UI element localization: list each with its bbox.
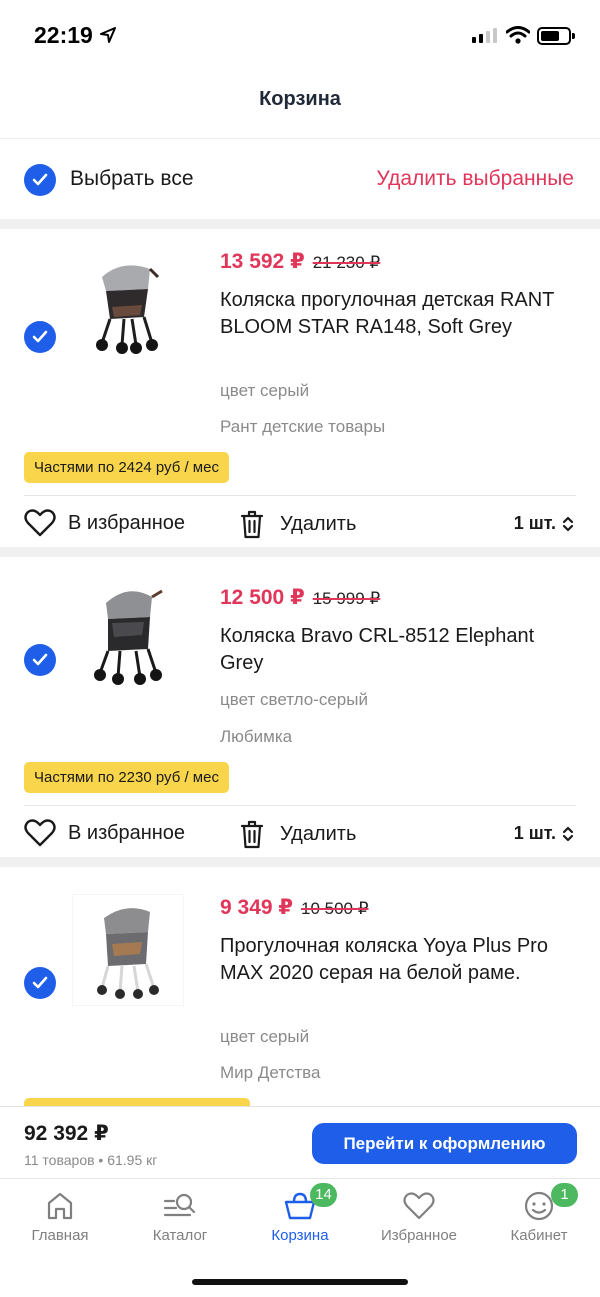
item-actions: В избранное Удалить 1 шт. [0,499,600,549]
heart-icon [24,509,56,537]
product-title[interactable]: Прогулочная коляска Yoya Plus Pro MAX 20… [220,933,570,987]
status-bar: 22:19 [0,0,600,72]
item-divider [24,805,576,806]
home-icon [47,1192,73,1220]
delete-selected-button[interactable]: Удалить выбранные [376,167,574,191]
tab-label: Каталог [152,1227,208,1244]
product-image[interactable] [72,247,184,359]
product-color: цвет серый [220,1027,310,1046]
favorites-label: В избранное [68,511,186,534]
section-gap [0,857,600,867]
product-title[interactable]: Коляска прогулочная детская RANT BLOOM S… [220,287,570,341]
add-to-favorites-button[interactable]: В избранное [24,509,185,537]
page-title: Корзина [259,88,341,110]
wifi-icon [506,26,530,44]
battery-icon [537,27,575,45]
catalog-search-icon [163,1193,196,1217]
installments-badge[interactable]: Частями по 2230 руб / мес [24,762,229,793]
checkmark-icon [32,653,48,666]
product-image[interactable] [72,577,184,689]
item-checkbox[interactable] [24,321,56,353]
cart-summary-bar: 92 392 ₽ 11 товаров • 61.95 кг Перейти к… [0,1106,600,1178]
cart-count-badge: 14 [310,1183,337,1207]
heart-icon [403,1192,435,1220]
installments-badge[interactable] [24,1098,250,1106]
cart-item: 13 592 ₽ 21 230 ₽ Коляска прогулочная де… [0,229,600,547]
chevron-up-down-icon [562,826,574,841]
quantity-value: 1 шт. [513,823,556,843]
checkmark-icon [32,976,48,989]
section-gap [0,219,600,229]
select-all-label[interactable]: Выбрать все [70,167,194,191]
old-price: 21 230 ₽ [312,253,381,272]
tab-cart[interactable]: 14 Корзина [240,1183,360,1244]
profile-notification-badge: 1 [551,1183,578,1207]
quantity-value: 1 шт. [513,513,556,533]
product-image[interactable] [72,894,184,1006]
trash-icon [240,510,264,539]
header-divider [0,138,600,139]
delete-item-button[interactable]: Удалить [240,819,356,849]
price: 12 500 ₽ [220,586,305,609]
price: 9 349 ₽ [220,896,293,919]
item-divider [24,495,576,496]
cart-total-meta: 11 товаров • 61.95 кг [24,1152,158,1168]
checkmark-icon [32,330,48,343]
cellular-signal-icon [472,28,497,43]
add-to-favorites-button[interactable]: В избранное [24,819,185,847]
tab-label: Избранное [380,1227,458,1244]
trash-icon [240,820,264,849]
tab-label: Корзина [271,1227,329,1244]
delete-label: Удалить [280,822,357,845]
price-row: 12 500 ₽ 15 999 ₽ [220,585,380,610]
tab-home[interactable]: Главная [0,1187,120,1244]
chevron-up-down-icon [562,516,574,531]
status-time: 22:19 [34,22,93,48]
select-all-row: Выбрать все Удалить выбранные [0,140,600,220]
cart-item: 9 349 ₽ 10 500 ₽ Прогулочная коляска Yoy… [0,867,600,1106]
product-color: цвет светло-серый [220,690,368,709]
item-actions: В избранное Удалить 1 шт. [0,809,600,859]
quantity-selector[interactable]: 1 шт. [514,823,574,844]
delete-label: Удалить [280,512,357,535]
seller-name[interactable]: Рант детские товары [220,417,385,437]
tab-catalog[interactable]: Каталог [120,1187,240,1244]
select-all-checkbox[interactable] [24,164,56,196]
home-indicator [192,1279,408,1285]
delete-item-button[interactable]: Удалить [240,509,356,539]
checkmark-icon [32,173,48,186]
price: 13 592 ₽ [220,250,305,273]
product-title[interactable]: Коляска Bravo CRL-8512 Elephant Grey [220,623,570,677]
product-color: цвет серый [220,381,310,400]
tab-favorites[interactable]: Избранное [359,1187,479,1244]
price-row: 9 349 ₽ 10 500 ₽ [220,895,369,920]
heart-icon [24,819,56,847]
checkout-button[interactable]: Перейти к оформлению [312,1123,577,1164]
favorites-label: В избранное [68,821,186,844]
cart-total: 92 392 ₽ [24,1122,109,1145]
seller-name[interactable]: Любимка [220,727,292,747]
section-gap [0,547,600,557]
installments-badge[interactable]: Частями по 2424 руб / мес [24,452,229,483]
old-price: 10 500 ₽ [301,899,369,918]
item-checkbox[interactable] [24,967,56,999]
cart-item: 12 500 ₽ 15 999 ₽ Коляска Bravo CRL-8512… [0,557,600,857]
price-row: 13 592 ₽ 21 230 ₽ [220,249,380,274]
seller-name[interactable]: Мир Детства [220,1063,320,1083]
tab-label: Главная [31,1227,89,1244]
quantity-selector[interactable]: 1 шт. [514,513,574,534]
tab-label: Кабинет [510,1227,568,1244]
item-checkbox[interactable] [24,644,56,676]
location-arrow-icon [100,27,116,43]
tab-profile[interactable]: 1 Кабинет [479,1183,599,1244]
old-price: 15 999 ₽ [312,589,381,608]
